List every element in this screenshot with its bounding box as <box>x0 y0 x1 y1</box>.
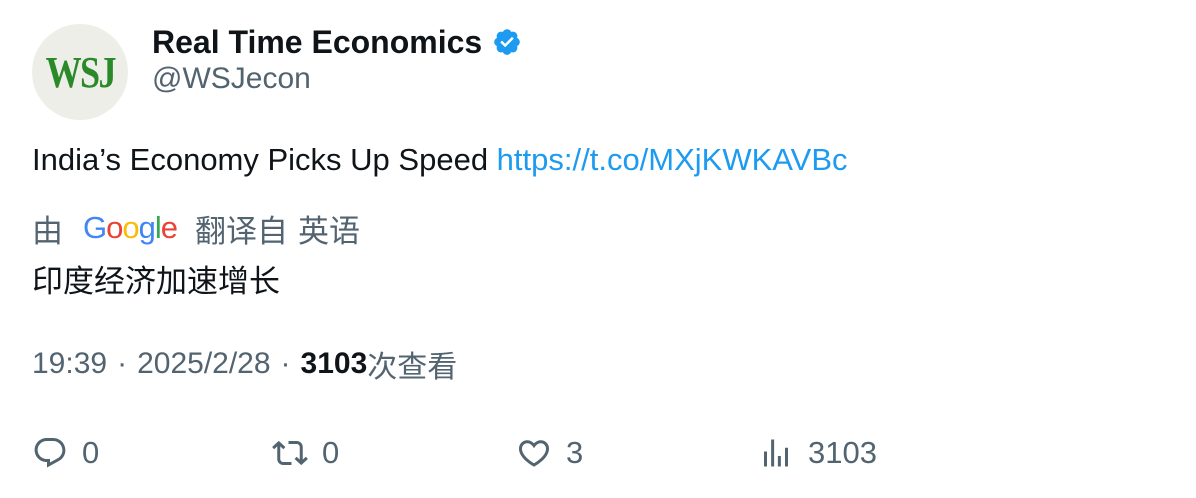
views-label: 次查看 <box>367 351 458 384</box>
avatar[interactable]: WSJ <box>32 24 128 120</box>
translation-attribution: 由 Google 翻译自 英语 <box>32 206 360 250</box>
translated-from-label: 翻译自 <box>195 213 289 249</box>
tweet-meta: 19:39 · 2025/2/28 · 3103 次查看 <box>32 344 457 384</box>
tweet-link[interactable]: https://t.co/MXjKWKAVBc <box>497 142 848 177</box>
user-handle[interactable]: @WSJecon <box>152 62 311 96</box>
google-letter: e <box>160 210 178 245</box>
like-button[interactable]: 3 <box>516 430 583 476</box>
reply-button[interactable]: 0 <box>32 430 99 476</box>
views-button[interactable]: 3103 <box>758 430 877 476</box>
google-letter: G <box>83 210 107 245</box>
retweet-count: 0 <box>322 435 340 470</box>
views-action-count: 3103 <box>808 435 877 470</box>
google-logo[interactable]: Google <box>83 210 178 246</box>
google-letter: o <box>122 210 139 245</box>
translated-by-label: 由 <box>32 213 63 249</box>
translated-text: 印度经济加速增长 <box>32 264 280 299</box>
display-name[interactable]: Real Time Economics <box>152 24 482 61</box>
google-letter: g <box>138 210 156 245</box>
source-language: 英语 <box>298 213 361 249</box>
author-name-row: Real Time Economics <box>152 22 522 62</box>
like-count: 3 <box>566 435 584 470</box>
heart-icon <box>518 440 550 467</box>
meta-separator: · <box>280 347 291 380</box>
reply-icon <box>34 438 66 468</box>
bar-chart-icon <box>764 439 788 467</box>
tweet-date[interactable]: 2025/2/28 <box>137 347 270 381</box>
tweet-text: India’s Economy Picks Up Speed https://t… <box>32 142 848 178</box>
meta-separator: · <box>117 347 128 380</box>
avatar-logo-text: WSJ <box>45 47 116 97</box>
retweet-icon <box>272 440 308 466</box>
views-count: 3103 <box>300 347 368 380</box>
google-letter: o <box>106 210 123 245</box>
reply-count: 0 <box>82 435 100 470</box>
verified-badge-icon <box>494 29 521 55</box>
tweet-time[interactable]: 19:39 <box>32 347 107 381</box>
tweet-body: India’s Economy Picks Up Speed <box>32 142 497 177</box>
retweet-button[interactable]: 0 <box>272 430 339 476</box>
